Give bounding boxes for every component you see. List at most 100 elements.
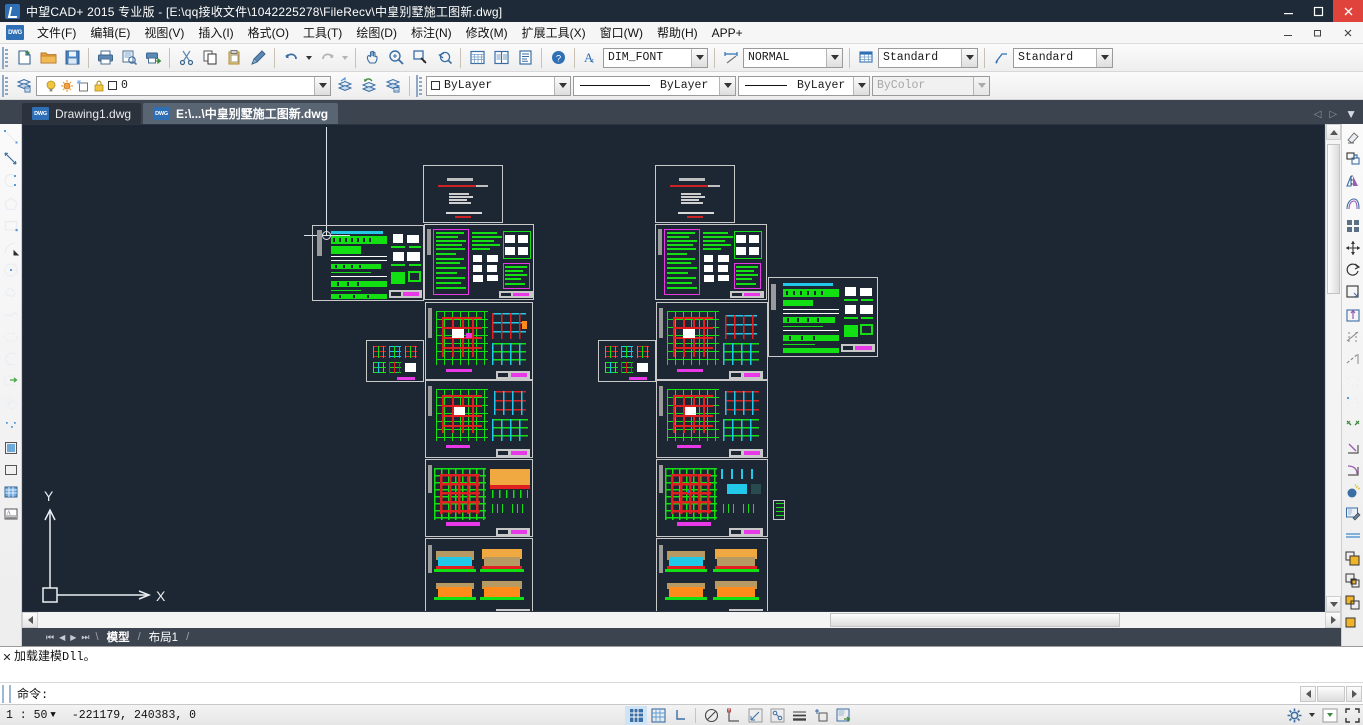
status-ducs-toggle[interactable]: [766, 706, 788, 725]
command-scroll-thumb[interactable]: [1317, 686, 1345, 702]
send-below-icon[interactable]: [1343, 614, 1363, 636]
canvas-vertical-scrollbar[interactable]: [1325, 124, 1341, 612]
status-grid-toggle[interactable]: [647, 706, 669, 725]
status-lwt-toggle[interactable]: [788, 706, 810, 725]
elevation-sheet-r[interactable]: [656, 538, 768, 612]
copy-icon[interactable]: [198, 46, 222, 70]
text-style-dropdown-arrow[interactable]: [691, 49, 707, 67]
layout-tab-model[interactable]: 模型: [101, 629, 136, 645]
match-properties-icon[interactable]: [246, 46, 270, 70]
layout-last-button[interactable]: ⏭: [81, 632, 89, 643]
doc-minimize-button[interactable]: [1273, 22, 1303, 44]
drawing-canvas[interactable]: X Y: [22, 124, 1325, 612]
cut-icon[interactable]: [174, 46, 198, 70]
zoom-realtime-icon[interactable]: [384, 46, 408, 70]
edit-block-icon[interactable]: [1343, 503, 1363, 525]
rectangle-icon[interactable]: [1, 215, 21, 237]
properties-icon[interactable]: [1343, 525, 1363, 547]
spline-icon[interactable]: [1, 304, 21, 326]
table-style-dropdown-arrow[interactable]: [961, 49, 977, 67]
struct-sheet-r[interactable]: [656, 459, 768, 537]
print-preview-icon[interactable]: [117, 46, 141, 70]
status-otrack-toggle[interactable]: [744, 706, 766, 725]
dimension-style-combo[interactable]: NORMAL: [743, 48, 843, 68]
insert-block-icon[interactable]: [1, 370, 21, 392]
make-block-icon[interactable]: [1, 392, 21, 414]
close-button[interactable]: [1333, 0, 1363, 22]
status-ortho-toggle[interactable]: [669, 706, 691, 725]
doc-tab-drawing1[interactable]: DWG Drawing1.dwg: [22, 103, 141, 124]
horizontal-scroll-track[interactable]: [38, 612, 1325, 628]
text-style-manager-icon[interactable]: At: [579, 46, 603, 70]
linetype-combo[interactable]: ByLayer: [573, 76, 736, 96]
rotate-icon[interactable]: [1343, 259, 1363, 281]
redo-dropdown-arrow[interactable]: [339, 46, 351, 70]
extend-icon[interactable]: [1343, 348, 1363, 370]
doc-close-button[interactable]: [1333, 22, 1363, 44]
menu-file[interactable]: 文件(F): [30, 22, 83, 43]
text-style-icon[interactable]: [513, 46, 537, 70]
status-settings-gear[interactable]: [1283, 706, 1305, 725]
save-icon[interactable]: [60, 46, 84, 70]
toolbar-grip[interactable]: [2, 75, 9, 97]
move-icon[interactable]: [1343, 237, 1363, 259]
detail-sheet-left[interactable]: [366, 340, 424, 382]
layer-previous-icon[interactable]: [333, 74, 357, 98]
notes-sheet-left[interactable]: [424, 224, 534, 300]
command-scroll-left[interactable]: [1300, 686, 1316, 702]
print-icon[interactable]: [93, 46, 117, 70]
pan-icon[interactable]: [360, 46, 384, 70]
undo-icon[interactable]: [279, 46, 303, 70]
scroll-left-button[interactable]: [22, 612, 38, 628]
scale-icon[interactable]: [1343, 281, 1363, 303]
paste-icon[interactable]: [222, 46, 246, 70]
cover-sheet-left[interactable]: [423, 165, 503, 223]
status-coordinates[interactable]: -221179, 240383, 0: [56, 709, 196, 722]
menu-dimension[interactable]: 标注(N): [404, 22, 459, 43]
lineweight-combo[interactable]: ByLayer: [738, 76, 870, 96]
erase-icon[interactable]: [1343, 126, 1363, 148]
vertical-scroll-track[interactable]: [1326, 140, 1341, 596]
status-polar-toggle[interactable]: [700, 706, 722, 725]
new-file-icon[interactable]: [12, 46, 36, 70]
status-workspace-switch[interactable]: [1319, 706, 1341, 725]
small-detail-sheet[interactable]: [773, 500, 785, 520]
construction-line-icon[interactable]: [1, 148, 21, 170]
multileader-style-dropdown-arrow[interactable]: [1096, 49, 1112, 67]
status-model-toggle[interactable]: [832, 706, 854, 725]
menu-tools[interactable]: 工具(T): [296, 22, 349, 43]
array-icon[interactable]: [1343, 215, 1363, 237]
notes-sheet-right[interactable]: [655, 224, 767, 300]
status-fullscreen[interactable]: [1341, 706, 1363, 725]
doc-restore-button[interactable]: [1303, 22, 1333, 44]
menu-format[interactable]: 格式(O): [241, 22, 296, 43]
revision-cloud-icon[interactable]: [1, 281, 21, 303]
polyline-icon[interactable]: [1, 170, 21, 192]
bring-above-icon[interactable]: [1343, 592, 1363, 614]
table-style-combo[interactable]: Standard: [878, 48, 978, 68]
color-combo[interactable]: ByLayer: [426, 76, 571, 96]
properties-toolbar-grip[interactable]: [416, 75, 423, 97]
layer-dropdown-arrow[interactable]: [314, 77, 330, 95]
mirror-icon[interactable]: [1343, 170, 1363, 192]
ellipse-icon[interactable]: [1, 326, 21, 348]
plan-sheet-r2[interactable]: [656, 380, 768, 458]
arc-icon[interactable]: [1, 237, 21, 259]
dimension-style-icon[interactable]: [719, 46, 743, 70]
layer-manager-icon[interactable]: [381, 74, 405, 98]
doc-tab-active[interactable]: DWG E:\...\中皇别墅施工图新.dwg: [143, 103, 338, 124]
lineweight-dropdown-arrow[interactable]: [853, 77, 869, 95]
help-icon[interactable]: ?: [546, 46, 570, 70]
undo-dropdown-arrow[interactable]: [303, 46, 315, 70]
command-grip[interactable]: [2, 685, 11, 703]
circle-icon[interactable]: [1, 259, 21, 281]
table-icon[interactable]: [465, 46, 489, 70]
explode-icon[interactable]: [1343, 481, 1363, 503]
spec-sheet-right[interactable]: [768, 277, 878, 357]
command-input[interactable]: [48, 687, 1300, 701]
spec-sheet-left[interactable]: [312, 225, 424, 301]
table-style-icon[interactable]: [854, 46, 878, 70]
plan-sheet-r1[interactable]: [656, 302, 768, 380]
line-icon[interactable]: [1, 126, 21, 148]
maximize-button[interactable]: [1303, 0, 1333, 22]
